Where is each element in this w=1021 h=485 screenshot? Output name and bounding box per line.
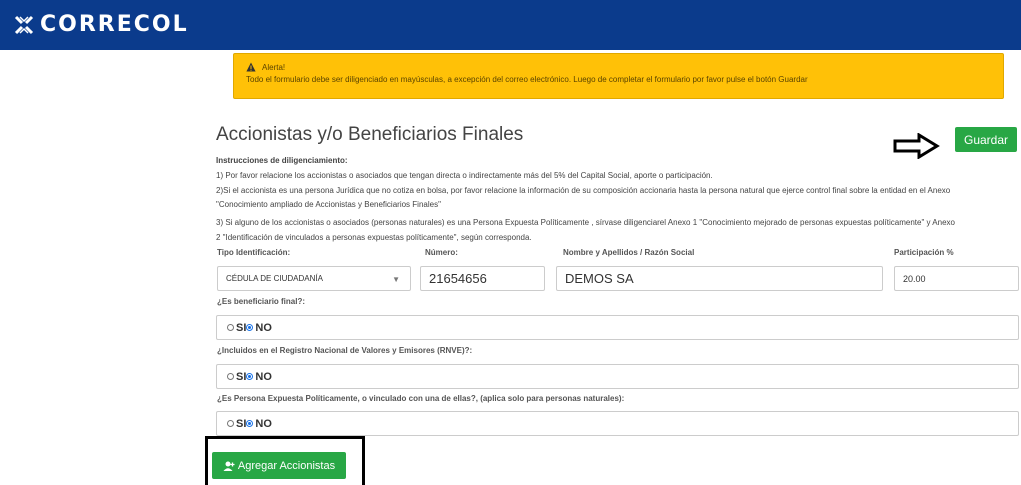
alert-message: Todo el formulario debe ser diligenciado… [246, 75, 808, 84]
instruction-2a: 2)Si el accionista es una persona Jurídi… [216, 186, 951, 195]
pep-no-label: NO [255, 417, 272, 430]
instructions-heading: Instrucciones de diligenciamiento: [216, 156, 348, 165]
numero-label: Número: [425, 248, 458, 257]
pep-options: SI NO [216, 411, 1019, 436]
tipo-identificacion-select[interactable]: CÉDULA DE CIUDADANÍA ▼ [217, 266, 411, 291]
page-title: Accionistas y/o Beneficiarios Finales [216, 124, 524, 145]
beneficiario-final-options: SI NO [216, 315, 1019, 340]
alert-box: Alerta! Todo el formulario debe ser dili… [233, 53, 1004, 99]
rnve-si-radio[interactable] [227, 373, 234, 380]
pep-question: ¿Es Persona Expuesta Políticamente, o vi… [217, 394, 625, 403]
beneficiario-final-question: ¿Es beneficiario final?: [217, 297, 306, 306]
add-shareholder-label: Agregar Accionistas [237, 459, 336, 472]
chevron-down-icon: ▼ [392, 275, 400, 284]
brand-mark-icon [14, 15, 34, 35]
brand-name: CORRECOL [40, 12, 189, 37]
numero-value: 21654656 [429, 271, 487, 286]
nombre-label: Nombre y Apellidos / Razón Social [563, 248, 695, 257]
beneficiario-no-radio[interactable] [246, 324, 254, 331]
pep-si-label: SI [236, 417, 247, 430]
participacion-label: Participación % [894, 248, 954, 257]
pep-no-radio[interactable] [246, 420, 254, 427]
add-shareholder-button[interactable]: Agregar Accionistas [212, 452, 346, 479]
rnve-no-label: NO [255, 370, 272, 383]
instruction-2b: "Conocimiento ampliado de Accionistas y … [216, 200, 441, 209]
tipo-identificacion-label: Tipo Identificación: [217, 248, 291, 257]
rnve-si-label: SI [236, 370, 247, 383]
nombre-input[interactable]: DEMOS SA [556, 266, 883, 291]
save-button[interactable]: Guardar [955, 127, 1017, 152]
numero-input[interactable]: 21654656 [420, 266, 545, 291]
beneficiario-si-radio[interactable] [227, 324, 234, 331]
warning-icon [246, 62, 256, 72]
participacion-input[interactable]: 20.00 [894, 266, 1019, 291]
beneficiario-si-label: SI [236, 321, 247, 334]
beneficiario-no-label: NO [255, 321, 272, 334]
instruction-1: 1) Por favor relacione los accionistas o… [216, 171, 713, 180]
rnve-options: SI NO [216, 364, 1019, 389]
participacion-value: 20.00 [903, 273, 926, 284]
rnve-question: ¿Incluidos en el Registro Nacional de Va… [217, 346, 473, 355]
top-bar: CORRECOL [0, 0, 1021, 50]
nombre-value: DEMOS SA [565, 271, 634, 286]
alert-title: Alerta! [262, 62, 286, 72]
instruction-3b: 2 "Identificación de vinculados a person… [216, 233, 532, 242]
brand-logo[interactable]: CORRECOL [14, 12, 189, 37]
pep-si-radio[interactable] [227, 420, 234, 427]
user-plus-icon [223, 461, 235, 471]
tipo-identificacion-value: CÉDULA DE CIUDADANÍA [226, 274, 323, 283]
instruction-3a: 3) Si alguno de los accionistas o asocia… [216, 218, 955, 227]
rnve-no-radio[interactable] [246, 373, 254, 380]
